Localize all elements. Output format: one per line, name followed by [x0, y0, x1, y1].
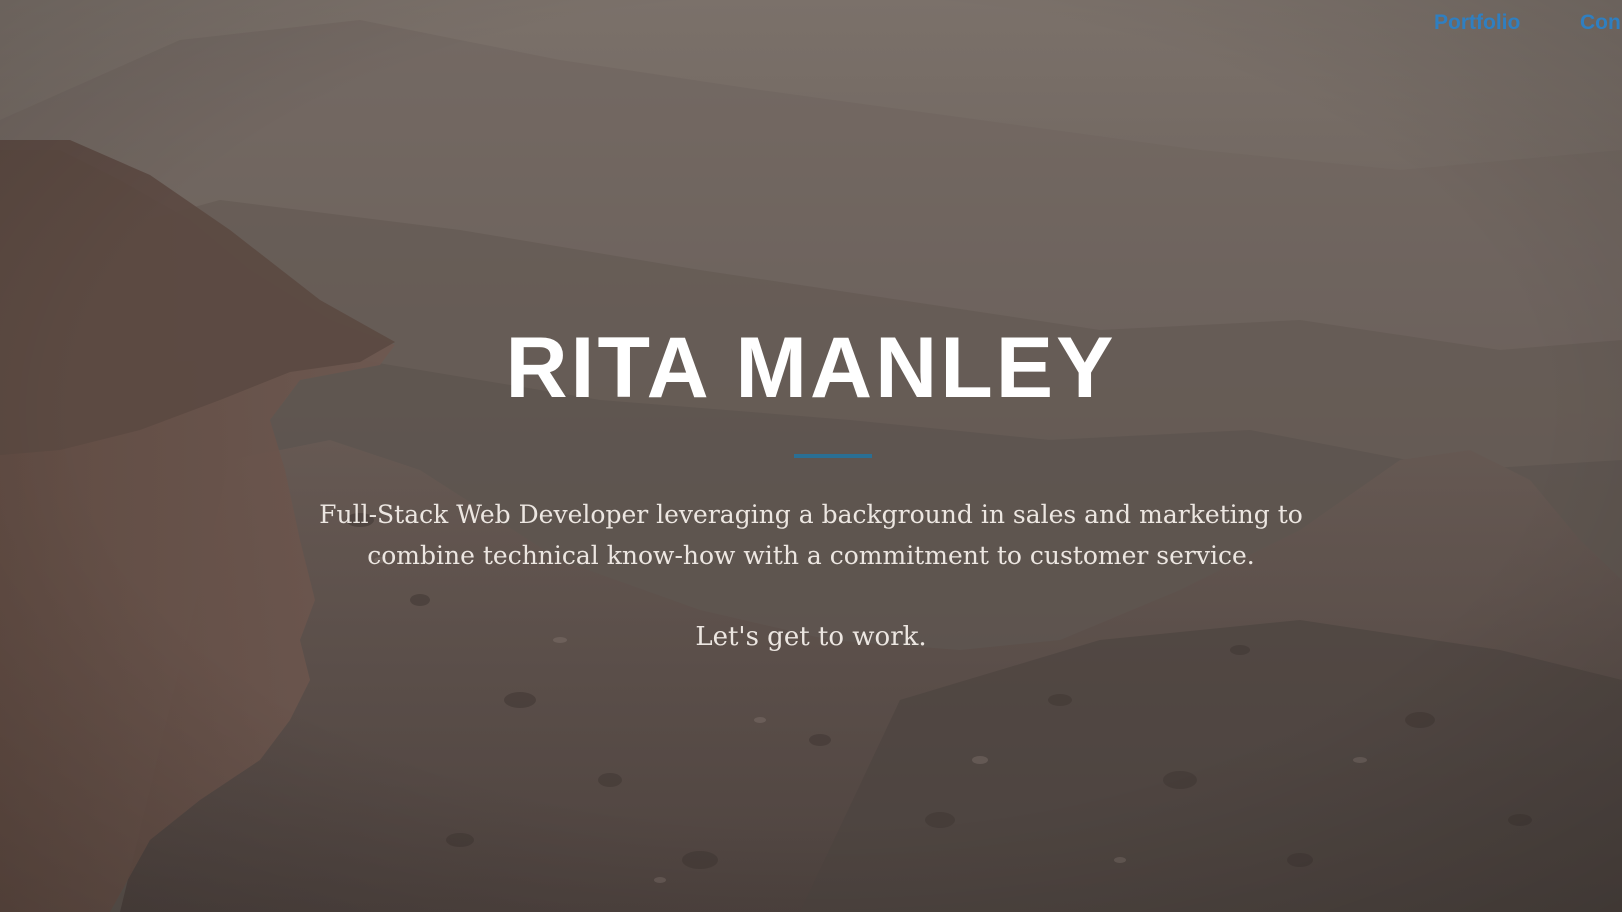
hero-name-heading: RITA MANLEY — [505, 320, 1117, 416]
hero-tagline-line-1: Full-Stack Web Developer leveraging a ba… — [319, 500, 1303, 529]
hero-call-to-action: Let's get to work. — [695, 622, 927, 652]
hero-tagline-line-2: combine technical know-how with a commit… — [367, 541, 1255, 570]
hero-content: RITA MANLEY Full-Stack Web Developer lev… — [0, 0, 1622, 912]
accent-divider — [794, 454, 872, 458]
hero-tagline: Full-Stack Web Developer leveraging a ba… — [0, 494, 1622, 576]
